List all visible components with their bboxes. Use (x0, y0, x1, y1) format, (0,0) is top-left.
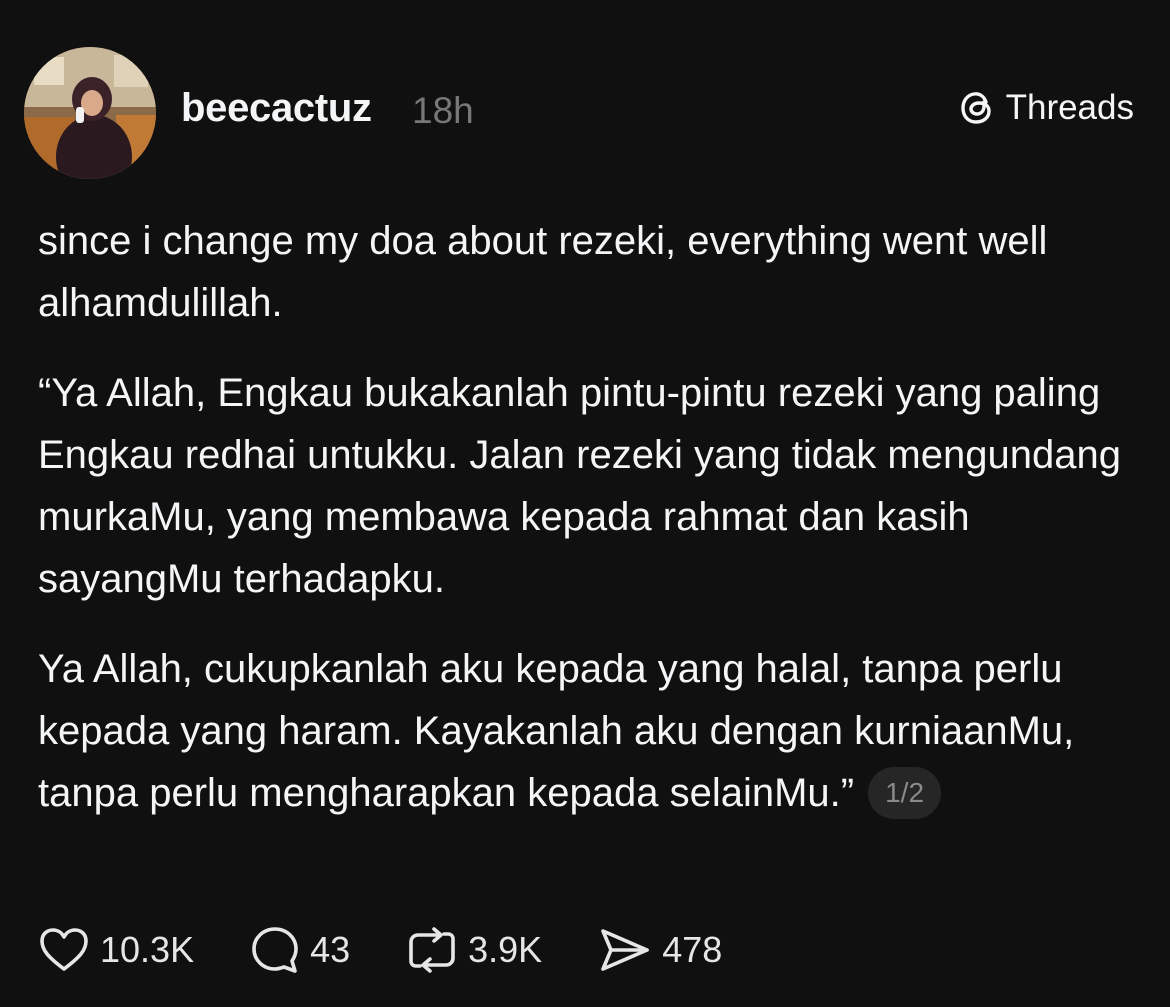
reply-button[interactable]: 43 (250, 925, 350, 975)
repost-count: 3.9K (468, 929, 543, 970)
avatar[interactable] (24, 47, 156, 179)
action-bar: 10.3K 43 3.9K 478 (38, 925, 778, 975)
brand-label: Threads (1005, 88, 1134, 127)
share-count: 478 (662, 929, 723, 970)
post-paragraph: since i change my doa about rezeki, ever… (38, 219, 1048, 325)
post-timestamp: 18h (412, 90, 474, 131)
reply-count: 43 (310, 929, 351, 970)
threads-post-card: beecactuz 18h Threads since i change my … (0, 0, 1170, 1007)
like-button[interactable]: 10.3K (38, 926, 194, 974)
speech-bubble-icon (250, 925, 300, 975)
heart-icon (38, 926, 90, 974)
paper-plane-icon (598, 926, 652, 974)
page-indicator-badge[interactable]: 1/2 (868, 767, 942, 819)
repost-arrows-icon (406, 926, 458, 974)
share-button[interactable]: 478 (598, 926, 722, 974)
threads-logo-icon (958, 88, 998, 128)
post-paragraph-last: Ya Allah, cukupkanlah aku kepada yang ha… (38, 638, 1148, 824)
avatar-photo (24, 47, 156, 179)
post-body: since i change my doa about rezeki, ever… (38, 210, 1148, 852)
post-paragraph: “Ya Allah, Engkau bukakanlah pintu-pintu… (38, 371, 1121, 601)
repost-button[interactable]: 3.9K (406, 926, 542, 974)
threads-brand: Threads (958, 88, 1134, 128)
like-count: 10.3K (100, 929, 195, 970)
username[interactable]: beecactuz (181, 86, 372, 131)
